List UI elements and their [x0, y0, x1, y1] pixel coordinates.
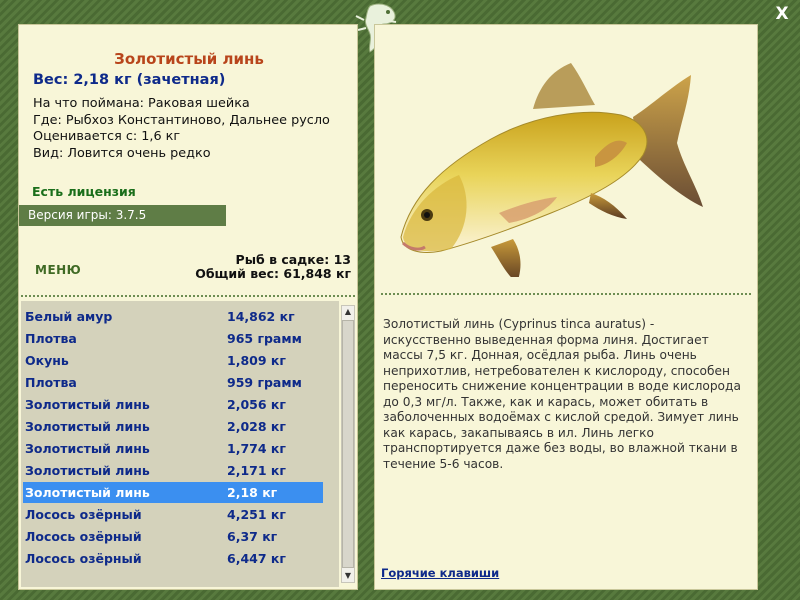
list-item[interactable]: Плотва 959 грамм — [23, 372, 323, 393]
list-item[interactable]: Плотва 965 грамм — [23, 328, 323, 349]
info-min-weight: Оценивается с: 1,6 кг — [33, 129, 181, 144]
cage-count: Рыб в садке: 13 — [235, 252, 351, 267]
catch-list-scrollbar[interactable]: ▲ ▼ — [341, 305, 355, 583]
menu-button[interactable]: МЕНЮ — [35, 263, 81, 277]
list-item-name: Золотистый линь — [25, 441, 150, 456]
list-item-name: Золотистый линь — [25, 485, 150, 500]
list-item-weight: 959 грамм — [227, 375, 302, 390]
list-item[interactable]: Золотистый линь 2,18 кг — [23, 482, 323, 503]
list-item-weight: 2,171 кг — [227, 463, 286, 478]
list-item-weight: 6,447 кг — [227, 551, 286, 566]
list-item-weight: 4,251 кг — [227, 507, 286, 522]
list-item[interactable]: Золотистый линь 2,171 кг — [23, 460, 323, 481]
list-item-weight: 2,056 кг — [227, 397, 286, 412]
list-item-weight: 14,862 кг — [227, 309, 295, 324]
list-item[interactable]: Золотистый линь 2,056 кг — [23, 394, 323, 415]
fish-description: Золотистый линь (Cyprinus tinca auratus)… — [383, 317, 741, 471]
list-item-weight: 1,774 кг — [227, 441, 286, 456]
list-item[interactable]: Белый амур 14,862 кг — [23, 306, 323, 327]
info-bait: На что поймана: Раковая шейка — [33, 96, 250, 111]
list-item-name: Лосось озёрный — [25, 507, 142, 522]
scroll-thumb[interactable] — [342, 320, 354, 568]
chevron-up-icon[interactable]: ▲ — [342, 306, 354, 318]
list-item-name: Золотистый линь — [25, 463, 150, 478]
list-item[interactable]: Лосось озёрный 6,447 кг — [23, 548, 323, 569]
chevron-down-icon[interactable]: ▼ — [342, 570, 354, 582]
close-button[interactable]: X — [772, 4, 792, 24]
list-item-weight: 2,18 кг — [227, 485, 278, 500]
fish-illustration — [400, 63, 703, 277]
list-item-weight: 2,028 кг — [227, 419, 286, 434]
list-item[interactable]: Окунь 1,809 кг — [23, 350, 323, 371]
list-item-weight: 965 грамм — [227, 331, 302, 346]
list-item-name: Лосось озёрный — [25, 529, 142, 544]
cage-stats: Рыб в садке: 13 Общий вес: 61,848 кг — [195, 253, 351, 281]
list-item-name: Окунь — [25, 353, 69, 368]
catch-list[interactable]: Белый амур 14,862 кг Плотва 965 грамм Окунь 1… — [21, 301, 339, 587]
fish-title: Золотистый линь — [114, 50, 264, 68]
list-item-weight: 6,37 кг — [227, 529, 278, 544]
list-item-name: Белый амур — [25, 309, 113, 324]
list-item-name: Золотистый линь — [25, 419, 150, 434]
list-item[interactable]: Золотистый линь 1,774 кг — [23, 438, 323, 459]
list-item-name: Плотва — [25, 331, 77, 346]
list-item[interactable]: Лосось озёрный 4,251 кг — [23, 504, 323, 525]
cage-total-weight: Общий вес: 61,848 кг — [195, 266, 351, 281]
close-icon: X — [775, 4, 789, 24]
hotkeys-link[interactable]: Горячие клавиши — [381, 566, 499, 580]
list-item[interactable]: Золотистый линь 2,028 кг — [23, 416, 323, 437]
list-item-weight: 1,809 кг — [227, 353, 286, 368]
info-location: Где: Рыбхоз Константиново, Дальнее русло — [33, 112, 330, 128]
license-status: Есть лицензия — [32, 184, 136, 199]
divider — [21, 295, 355, 297]
game-version: Версия игры: 3.7.5 — [19, 205, 226, 226]
left-panel: Золотистый линь Вес: 2,18 кг (зачетная) … — [18, 24, 358, 590]
list-item-name: Золотистый линь — [25, 397, 150, 412]
list-item[interactable]: Лосось озёрный 6,37 кг — [23, 526, 323, 547]
fish-info: На что поймана: Раковая шейка Где: Рыбхо… — [33, 96, 330, 162]
list-item-name: Плотва — [25, 375, 77, 390]
divider — [381, 293, 751, 295]
fish-weight: Вес: 2,18 кг (зачетная) — [33, 72, 226, 88]
info-rarity: Вид: Ловится очень редко — [33, 145, 211, 161]
right-panel: Золотистый линь (Cyprinus tinca auratus)… — [374, 24, 758, 590]
list-item-name: Лосось озёрный — [25, 551, 142, 566]
